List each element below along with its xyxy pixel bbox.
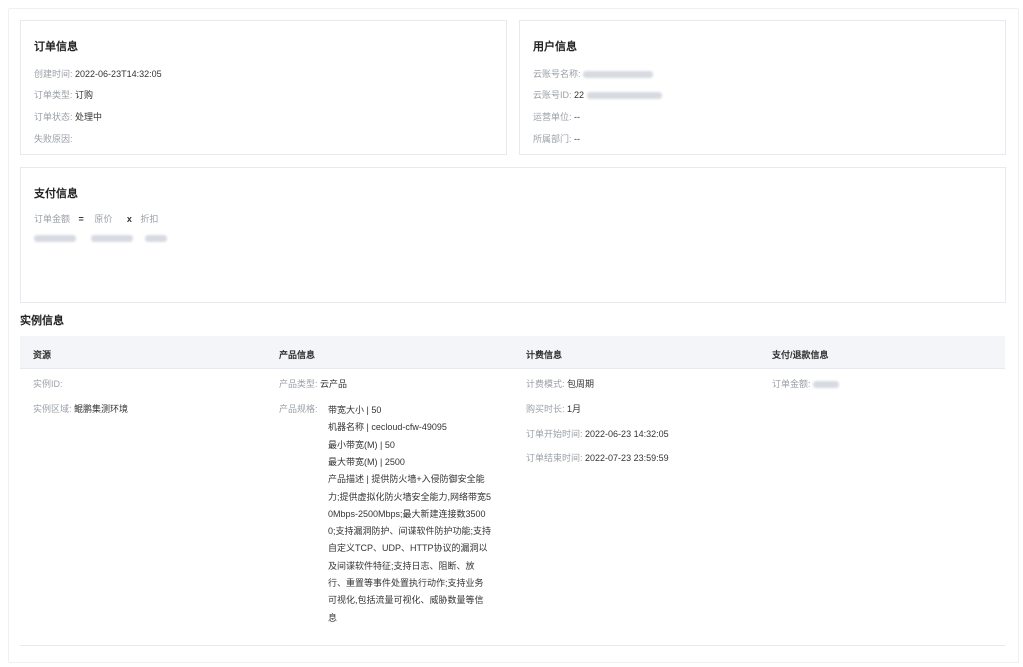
- product-spec-line: 最大带宽(M) | 2500: [328, 456, 405, 467]
- pay-amount-redacted: [813, 381, 840, 389]
- instance-info-title: 实例信息: [20, 315, 64, 327]
- order-type-label: 订单类型:: [34, 90, 73, 100]
- created-time-label: 创建时间:: [34, 69, 73, 79]
- order-status-label: 订单状态:: [34, 112, 73, 122]
- payment-info-title: 支付信息: [34, 188, 78, 200]
- product-spec-label-cell: 产品规格:: [279, 403, 318, 416]
- billing-mode-row: 计费模式: 包周期: [526, 378, 594, 391]
- product-spec-line: 带宽大小 | 50: [328, 405, 382, 415]
- product-spec-line: 力;提供虚拟化防火墙安全能力,网络带宽5: [328, 491, 492, 502]
- column-billing: 计费信息: [526, 350, 563, 360]
- product-spec-line: 最小带宽(M) | 50: [328, 439, 395, 450]
- product-spec-line: 0Mbps-2500Mbps;最大新建连接数3500: [328, 508, 486, 519]
- account-name-redacted: [583, 71, 654, 79]
- billing-mode-value: 包周期: [567, 379, 595, 389]
- account-name-row: 云账号名称:: [533, 67, 654, 80]
- product-spec-line: 及间谍软件特征;支持日志、阻断、放: [328, 560, 475, 571]
- account-name-label: 云账号名称:: [533, 69, 581, 79]
- product-spec-line: 行、重置等事件处置执行动作;支持业务: [328, 578, 484, 588]
- payment-info-card: 支付信息 订单金额 = 原价 x 折扣: [20, 167, 1006, 303]
- instance-table: 资源 产品信息 计费信息 支付/退款信息 实例ID: 实例区域: 鲲鹏集测环境 …: [20, 336, 1005, 646]
- created-time-row: 创建时间: 2022-06-23T14:32:05: [34, 67, 162, 80]
- order-end-value: 2022-07-23 23:59:59: [585, 453, 669, 463]
- equals-sign: =: [78, 214, 84, 224]
- instance-region-value: 鲲鹏集测环境: [74, 404, 129, 414]
- original-price-label: 原价: [94, 214, 113, 224]
- dept-label: 所属部门:: [533, 134, 572, 144]
- order-status-value: 处理中: [75, 112, 103, 122]
- operator-label: 运营单位:: [533, 112, 572, 122]
- order-info-title: 订单信息: [34, 41, 78, 53]
- purchase-duration-label: 购买时长:: [526, 404, 565, 414]
- product-spec-line: 机器名称 | cecloud-cfw-49095: [328, 422, 447, 433]
- account-id-row: 云账号ID: 22: [533, 88, 662, 101]
- column-pay-refund: 支付/退款信息: [772, 350, 829, 360]
- user-info-card: 用户信息 云账号名称: 云账号ID: 22 运营单位: -- 所属部门: --: [519, 20, 1006, 155]
- product-type-row: 产品类型: 云产品: [279, 378, 347, 391]
- product-type-value: 云产品: [320, 379, 348, 389]
- operator-value: --: [574, 112, 581, 122]
- payment-values: [34, 233, 168, 243]
- order-end-label: 订单结束时间:: [526, 453, 583, 463]
- instance-id-label: 实例ID:: [33, 379, 63, 389]
- account-id-label: 云账号ID:: [533, 90, 572, 100]
- instance-id-row: 实例ID:: [33, 378, 63, 391]
- operator-row: 运营单位: --: [533, 110, 580, 123]
- instance-table-header: 资源 产品信息 计费信息 支付/退款信息: [20, 336, 1005, 369]
- purchase-duration-value: 1月: [567, 404, 582, 414]
- payment-amount-label: 订单金额: [34, 214, 71, 224]
- discount-redacted: [145, 235, 168, 243]
- user-info-title: 用户信息: [533, 41, 577, 53]
- order-start-label: 订单开始时间:: [526, 429, 583, 439]
- purchase-duration-row: 购买时长: 1月: [526, 403, 581, 416]
- product-type-label: 产品类型:: [279, 379, 318, 389]
- created-time-value: 2022-06-23T14:32:05: [75, 69, 162, 79]
- original-price-redacted: [90, 235, 133, 243]
- dept-row: 所属部门: --: [533, 132, 580, 145]
- product-spec-line: 0;支持漏洞防护、间谍软件防护功能;支持: [328, 526, 492, 537]
- account-id-prefix: 22: [574, 90, 585, 100]
- column-product: 产品信息: [279, 350, 316, 360]
- payment-formula: 订单金额 = 原价 x 折扣: [34, 212, 158, 225]
- order-status-row: 订单状态: 处理中: [34, 110, 102, 123]
- dept-value: --: [574, 134, 581, 144]
- product-spec-line: 可视化,包括流量可视化、威胁数量等信: [328, 595, 484, 606]
- pay-amount-label: 订单金额:: [772, 379, 811, 389]
- product-spec-label: 产品规格:: [279, 404, 318, 414]
- column-resource: 资源: [33, 350, 52, 360]
- times-sign: x: [126, 214, 132, 224]
- order-end-row: 订单结束时间: 2022-07-23 23:59:59: [526, 452, 669, 465]
- order-start-value: 2022-06-23 14:32:05: [585, 429, 669, 439]
- order-info-card: 订单信息 创建时间: 2022-06-23T14:32:05 订单类型: 订购 …: [20, 20, 507, 155]
- pay-amount-row: 订单金额:: [772, 378, 840, 391]
- discount-label: 折扣: [140, 214, 159, 224]
- fail-reason-label: 失败原因:: [34, 134, 73, 144]
- account-id-redacted: [586, 92, 662, 100]
- order-type-value: 订购: [75, 90, 94, 100]
- instance-region-label: 实例区域:: [33, 404, 72, 414]
- fail-reason-row: 失败原因:: [34, 132, 73, 145]
- payment-amount-redacted: [34, 235, 76, 243]
- product-spec-line: 自定义TCP、UDP、HTTP协议的漏洞以: [328, 543, 488, 554]
- product-spec-line: 产品描述 | 提供防火墙+入侵防御安全能: [328, 474, 485, 485]
- order-start-row: 订单开始时间: 2022-06-23 14:32:05: [526, 428, 669, 441]
- instance-region-row: 实例区域: 鲲鹏集测环境: [33, 403, 128, 416]
- order-type-row: 订单类型: 订购: [34, 88, 93, 101]
- billing-mode-label: 计费模式:: [526, 379, 565, 389]
- product-spec-line: 息: [328, 612, 338, 623]
